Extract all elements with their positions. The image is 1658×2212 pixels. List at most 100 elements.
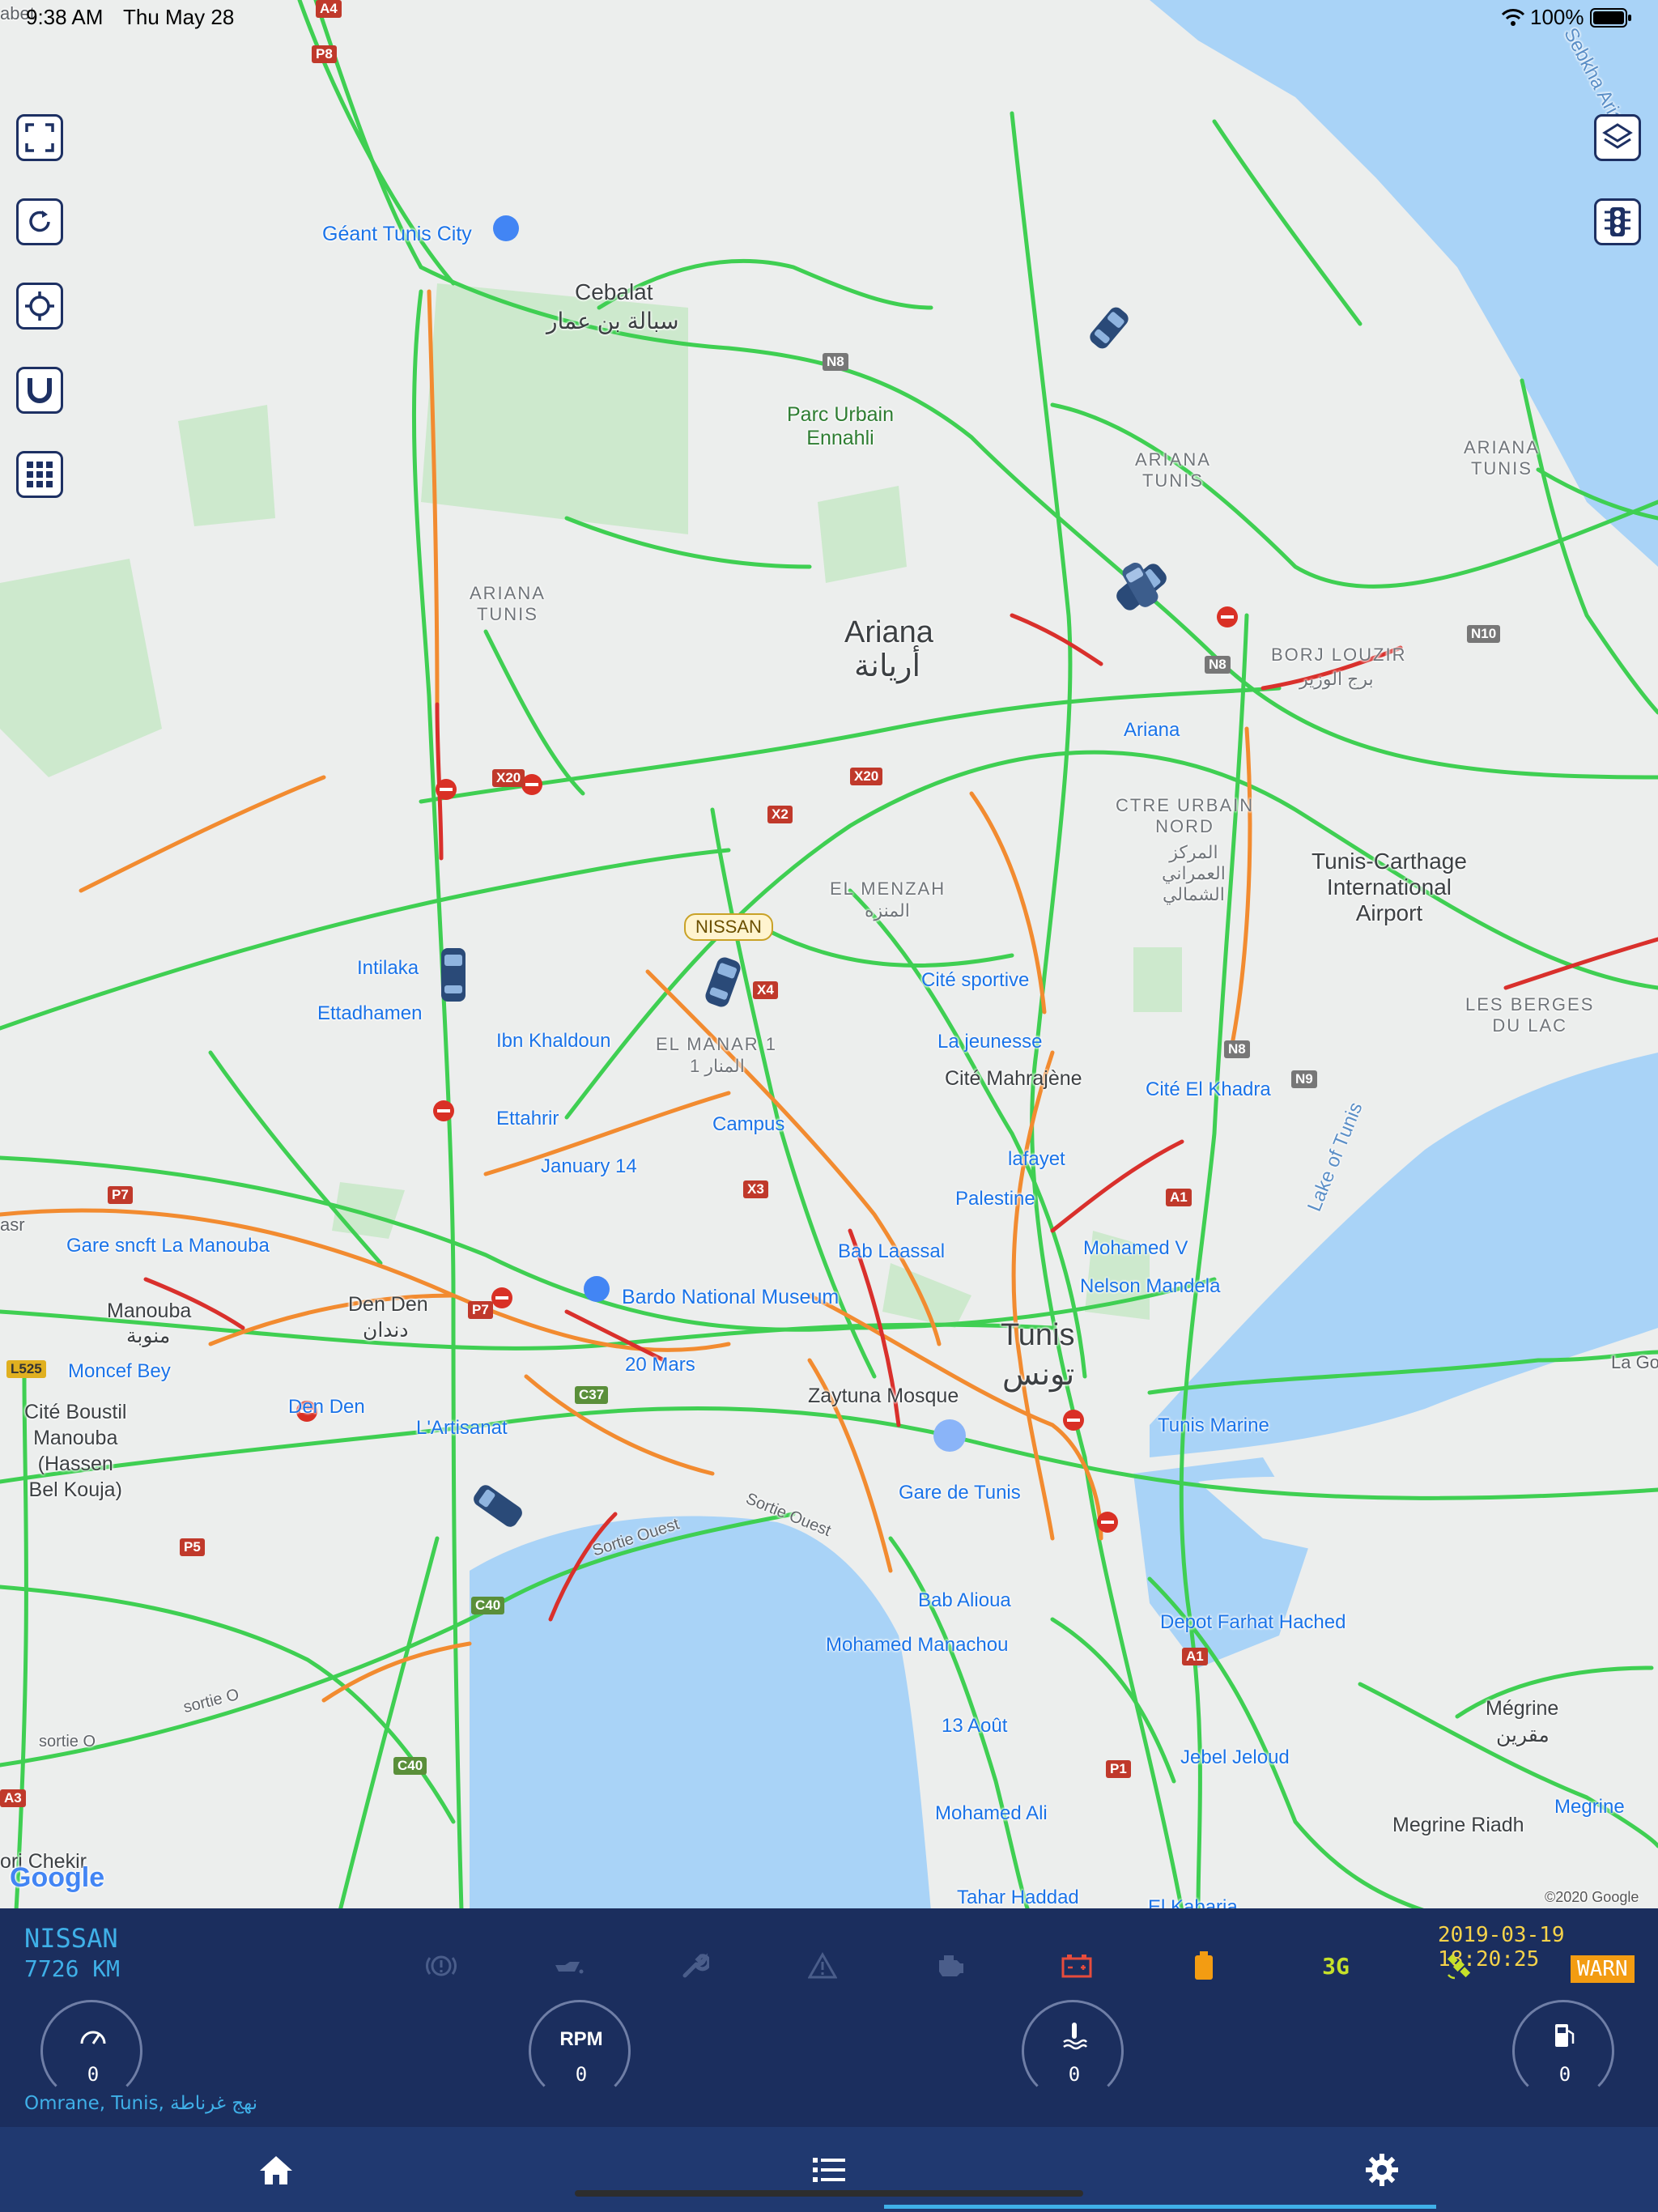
vehicle-marker[interactable] xyxy=(433,943,474,1008)
active-tab-indicator xyxy=(884,2205,1436,2209)
vehicle-marker[interactable] xyxy=(1081,300,1137,356)
vehicle-name-callout[interactable]: NISSAN xyxy=(684,913,773,941)
traffic-toggle-button[interactable] xyxy=(1594,198,1641,245)
road-tag-a1-2: A1 xyxy=(1182,1648,1208,1665)
station-20-mars[interactable]: 20 Mars xyxy=(625,1354,695,1376)
label-megrine: Mégrine xyxy=(1486,1697,1559,1720)
vehicle-marker[interactable] xyxy=(466,1478,530,1534)
label-borj-louzir: BORJ LOUZIR xyxy=(1271,644,1407,665)
fuel-value: 0 xyxy=(1558,2063,1571,2086)
tab-settings[interactable] xyxy=(1105,2127,1658,2212)
map-copyright: ©2020 Google xyxy=(1545,1889,1639,1905)
station-mohamed-v[interactable]: Mohamed V xyxy=(1083,1237,1188,1260)
station-bab-alioua[interactable]: Bab Alioua xyxy=(918,1589,1011,1612)
label-district-ariana-tunis-2: ARIANA TUNIS xyxy=(1464,437,1540,479)
label-den-den: Den Den xyxy=(348,1293,428,1316)
poi-bardo-museum[interactable]: Bardo National Museum xyxy=(622,1286,839,1309)
station-tahar-haddad[interactable]: Tahar Haddad xyxy=(957,1887,1079,1909)
label-tunis: Tunis xyxy=(1001,1318,1075,1352)
vehicle-dashboard: NISSAN 7726 KM 2019-03-19 18:20:25 WARN … xyxy=(0,1908,1658,2127)
station-ariana[interactable]: Ariana xyxy=(1124,719,1180,742)
road-tag-n8-2: N8 xyxy=(1205,656,1231,674)
station-ettahrir[interactable]: Ettahrir xyxy=(496,1108,559,1130)
map-canvas[interactable] xyxy=(0,0,1658,1911)
station-mohamed-manachou[interactable]: Mohamed Manachou xyxy=(826,1634,1008,1657)
station-gare-la-manouba[interactable]: Gare sncft La Manouba xyxy=(66,1235,270,1257)
battery-icon xyxy=(1590,8,1631,28)
locate-button[interactable] xyxy=(16,283,63,330)
station-cite-el-khadra[interactable]: Cité El Khadra xyxy=(1146,1078,1271,1101)
poi-zaytuna-mosque[interactable]: Zaytuna Mosque xyxy=(808,1385,959,1408)
map-layers-button[interactable] xyxy=(1594,114,1641,161)
list-icon xyxy=(812,2157,845,2182)
station-tunis-marine[interactable]: Tunis Marine xyxy=(1158,1414,1269,1437)
station-bab-laassal[interactable]: Bab Laassal xyxy=(838,1240,945,1263)
label-la-gou: La Gou xyxy=(1611,1352,1658,1372)
label-cebalat-ar: سبالة بن عمار xyxy=(546,308,679,334)
label-megrine-riadh: Megrine Riadh xyxy=(1392,1814,1524,1836)
tab-home[interactable] xyxy=(0,2127,552,2212)
rpm-gauge: RPM 0 xyxy=(529,2000,634,2102)
road-tag-x2: X2 xyxy=(767,806,793,823)
station-13-aout[interactable]: 13 Août xyxy=(942,1715,1007,1738)
network-3g-icon: 3G xyxy=(1312,1950,1360,1982)
wifi-icon xyxy=(1501,9,1525,26)
road-tag-c37: C37 xyxy=(575,1386,609,1404)
label-ctre-urbain-nord-ar: المركز العمراني الشمالي xyxy=(1162,842,1226,904)
satellite-icon xyxy=(1443,1950,1475,1982)
station-mohamed-ali[interactable]: Mohamed Ali xyxy=(935,1802,1048,1825)
warning-triangle-icon xyxy=(806,1950,839,1982)
station-intilaka[interactable]: Intilaka xyxy=(357,957,419,980)
tab-bar xyxy=(0,2127,1658,2212)
label-ariana-ar: أريانة xyxy=(854,649,921,683)
station-lafayet[interactable]: lafayet xyxy=(1008,1148,1065,1171)
station-megrine[interactable]: Megrine xyxy=(1554,1796,1625,1819)
grid-icon xyxy=(27,462,53,487)
label-el-manar-ar: المنار 1 xyxy=(690,1056,745,1076)
station-january-14[interactable]: January 14 xyxy=(541,1155,637,1178)
station-nelson-mandela[interactable]: Nelson Mandela xyxy=(1080,1275,1220,1298)
station-lartisanat[interactable]: L'Artisanat xyxy=(416,1417,508,1440)
speedometer-icon xyxy=(80,2031,106,2044)
map-view[interactable]: Géant Tunis City Cebalat سبالة بن عمار P… xyxy=(0,0,1658,1911)
rpm-label: RPM xyxy=(559,2028,603,2050)
label-cite-boustil: Cité Boustil Manouba (Hassen Bel Kouja) xyxy=(24,1401,127,1501)
fullscreen-button[interactable] xyxy=(16,114,63,161)
label-cite-mahrajene: Cité Mahrajène xyxy=(945,1067,1082,1090)
label-district-ariana-tunis-1: ARIANA TUNIS xyxy=(1135,449,1211,491)
road-tag-n8-3: N8 xyxy=(1224,1040,1250,1058)
station-campus[interactable]: Campus xyxy=(712,1113,784,1136)
road-tag-c40-2: C40 xyxy=(393,1757,427,1775)
station-den-den[interactable]: Den Den xyxy=(288,1396,365,1419)
poi-geant-tunis-city[interactable]: Géant Tunis City xyxy=(322,223,472,246)
station-palestine[interactable]: Palestine xyxy=(955,1188,1035,1210)
station-depot-farhat-hached[interactable]: Depot Farhat Hached xyxy=(1160,1611,1346,1634)
road-tag-p1: P1 xyxy=(1106,1760,1131,1778)
station-cite-sportive[interactable]: Cité sportive xyxy=(921,969,1029,992)
coolant-value: 0 xyxy=(1068,2063,1081,2086)
station-ettadhamen[interactable]: Ettadhamen xyxy=(317,1002,422,1025)
road-tag-a1-1: A1 xyxy=(1166,1189,1192,1206)
station-gare-de-tunis[interactable]: Gare de Tunis xyxy=(899,1482,1021,1504)
refresh-button[interactable] xyxy=(16,198,63,245)
label-cebalat: Cebalat xyxy=(575,279,653,304)
grid-menu-button[interactable] xyxy=(16,451,63,498)
network-label: 3G xyxy=(1322,1952,1350,1980)
vehicle-name: NISSAN xyxy=(24,1923,118,1954)
station-moncef-bey[interactable]: Moncef Bey xyxy=(68,1360,171,1383)
label-les-berges-du-lac: LES BERGES DU LAC xyxy=(1465,994,1595,1036)
geofence-button[interactable] xyxy=(16,367,63,414)
label-airport[interactable]: Tunis-Carthage International Airport xyxy=(1312,849,1467,926)
vehicle-marker-selected[interactable] xyxy=(695,951,751,1013)
station-ibn-khaldoun[interactable]: Ibn Khaldoun xyxy=(496,1030,610,1053)
road-tag-p8: P8 xyxy=(312,45,337,63)
station-jebel-jeloud[interactable]: Jebel Jeloud xyxy=(1180,1746,1290,1769)
layers-icon xyxy=(1602,123,1633,149)
warn-badge[interactable]: WARN xyxy=(1571,1955,1635,1983)
status-time: 9:38 AM xyxy=(26,5,104,29)
coolant-temp-icon xyxy=(1063,2023,1087,2050)
tab-list[interactable] xyxy=(552,2127,1105,2212)
station-la-jeunesse[interactable]: La jeunesse xyxy=(937,1031,1042,1053)
fuel-gauge: 0 xyxy=(1512,2000,1618,2102)
vehicle-marker-cluster[interactable] xyxy=(1105,551,1178,623)
